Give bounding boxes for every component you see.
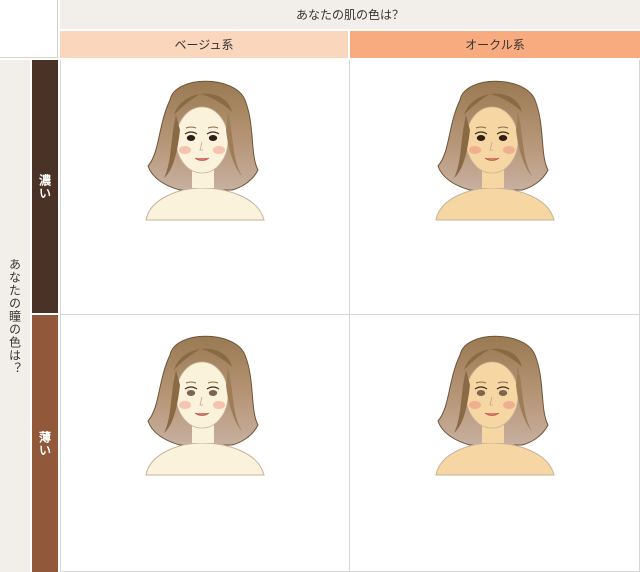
left-eye	[186, 135, 196, 141]
right-cheek	[213, 401, 225, 409]
left-cheek	[179, 146, 191, 154]
shoulders	[434, 187, 555, 221]
left-cheek	[468, 146, 481, 154]
right-cheek	[213, 146, 225, 154]
column-header-ochre: オークル系	[350, 31, 640, 58]
column-header-beige: ベージュ系	[60, 31, 348, 58]
shoulders	[145, 187, 265, 221]
illustration-cell-light-ochre	[350, 315, 640, 572]
illustration-cell-light-beige	[60, 315, 350, 572]
shoulders	[145, 442, 265, 476]
left-cheek	[468, 401, 481, 409]
row-header-dark: 濃い	[32, 60, 58, 313]
corner-blank	[0, 0, 58, 58]
eye-question-label: あなたの瞳の色は？	[7, 257, 22, 375]
right-cheek	[502, 146, 515, 154]
face	[465, 361, 518, 429]
illustration-cell-dark-ochre	[350, 60, 640, 315]
row-label-light: 薄い	[37, 430, 52, 457]
woman-illustration	[434, 335, 555, 476]
skin-question-header: あなたの肌の色は？	[60, 0, 640, 30]
skin-question-label: あなたの肌の色は？	[295, 8, 404, 22]
face	[175, 106, 229, 174]
right-cheek	[502, 401, 515, 409]
face	[465, 106, 518, 174]
left-eye	[476, 390, 485, 396]
row-header-light: 薄い	[32, 315, 58, 572]
color-matrix: あなたの肌の色は？ ベージュ系 オークル系 あなたの瞳の色は？ 濃い 薄い	[0, 0, 640, 572]
column-label-beige: ベージュ系	[174, 38, 234, 52]
right-eye	[498, 390, 507, 396]
right-eye	[208, 390, 218, 396]
woman-illustration	[145, 335, 265, 476]
left-eye	[186, 390, 196, 396]
right-eye	[498, 135, 507, 141]
right-eye	[208, 135, 218, 141]
woman-illustration	[145, 80, 265, 221]
left-eye	[476, 135, 485, 141]
left-cheek	[179, 401, 191, 409]
shoulders	[434, 442, 555, 476]
woman-illustration	[434, 80, 555, 221]
row-label-dark: 濃い	[37, 173, 52, 200]
face	[175, 361, 229, 429]
illustration-cell-dark-beige	[60, 60, 350, 315]
eye-question-header: あなたの瞳の色は？	[0, 60, 30, 572]
column-label-ochre: オークル系	[465, 38, 525, 52]
